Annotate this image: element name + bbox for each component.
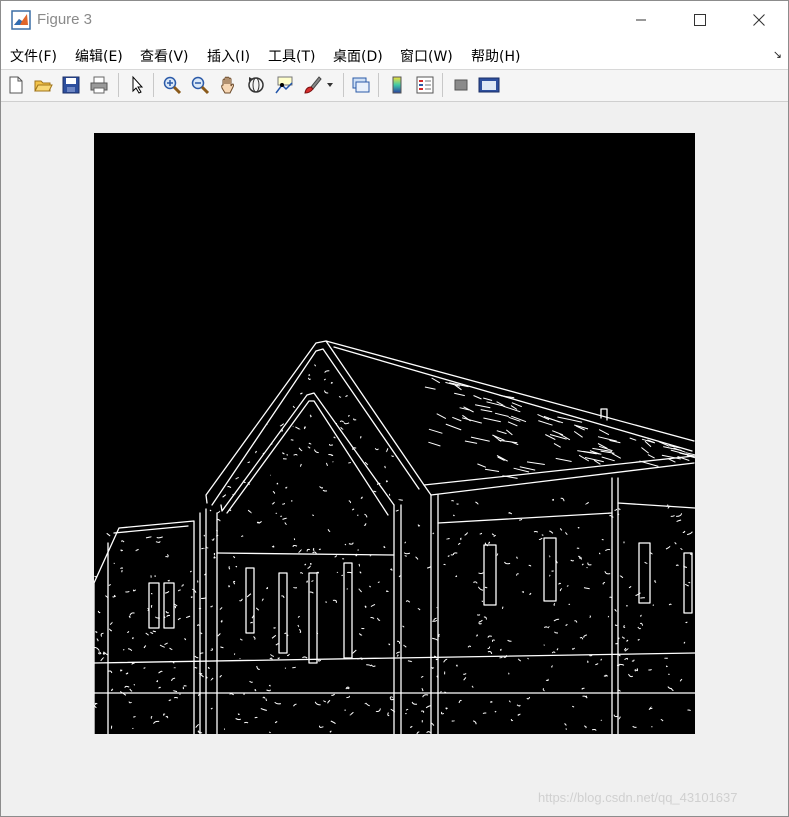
link-plot-button[interactable] (349, 73, 373, 97)
figure-canvas[interactable]: https://blog.csdn.net/qq_43101637 (1, 102, 788, 816)
menu-bar: 文件(F) 编辑(E) 查看(V) 插入(I) 工具(T) 桌面(D) 窗口(W… (1, 39, 788, 70)
open-file-icon (34, 80, 53, 92)
print-button[interactable] (87, 73, 111, 97)
minimize-icon (636, 19, 646, 21)
legend-button[interactable] (413, 73, 437, 97)
menu-help[interactable]: 帮助(H) (471, 46, 520, 66)
colorbar-button[interactable] (385, 73, 409, 97)
new-figure-button[interactable] (4, 73, 28, 97)
toolbar-separator (378, 73, 379, 97)
close-button[interactable] (736, 1, 782, 39)
rotate-3d-button[interactable] (244, 73, 268, 97)
link-plot-icon (352, 77, 370, 93)
figure-toolbar (1, 70, 788, 102)
hide-plot-tools-button[interactable] (449, 73, 473, 97)
save-button[interactable] (59, 73, 83, 97)
rotate-3d-icon (248, 77, 264, 93)
close-icon (753, 14, 765, 26)
new-figure-icon (9, 76, 23, 94)
print-icon (90, 76, 108, 94)
edit-plot-button[interactable] (125, 73, 149, 97)
toolbar-separator (343, 73, 344, 97)
menu-view[interactable]: 查看(V) (140, 46, 189, 66)
zoom-out-icon (191, 76, 210, 95)
colorbar-icon (392, 76, 402, 94)
show-plot-tools-icon (478, 77, 500, 93)
toolbar-separator (118, 73, 119, 97)
watermark-text: https://blog.csdn.net/qq_43101637 (538, 790, 738, 805)
data-cursor-button[interactable] (272, 73, 296, 97)
zoom-in-icon (163, 76, 182, 95)
hide-plot-tools-icon (454, 79, 468, 91)
title-bar[interactable]: Figure 3 (1, 1, 788, 39)
menu-edit[interactable]: 编辑(E) (75, 46, 123, 66)
pan-hand-icon (221, 76, 234, 94)
menu-tools[interactable]: 工具(T) (268, 46, 315, 66)
pan-button[interactable] (216, 73, 240, 97)
menu-insert[interactable]: 插入(I) (207, 46, 250, 66)
legend-icon (416, 76, 434, 94)
dock-arrow-icon[interactable]: ↘ (773, 48, 782, 61)
image-axes[interactable] (88, 133, 705, 735)
menu-file[interactable]: 文件(F) (10, 46, 57, 66)
maximize-button[interactable] (677, 1, 723, 39)
chevron-down-icon (327, 83, 333, 87)
data-cursor-icon (275, 76, 293, 94)
show-plot-tools-button[interactable] (477, 73, 501, 97)
toolbar-separator (153, 73, 154, 97)
maximize-icon (694, 14, 706, 26)
brush-button[interactable] (300, 73, 324, 97)
zoom-in-button[interactable] (160, 73, 184, 97)
window-title: Figure 3 (37, 11, 93, 28)
brush-dropdown-button[interactable] (323, 73, 337, 97)
figure-window: Figure 3 文件(F) 编辑(E) 查看(V) 插入(I) 工具(T) 桌… (0, 0, 789, 817)
save-icon (62, 76, 80, 94)
matlab-app-icon (11, 10, 31, 30)
open-file-button[interactable] (31, 73, 55, 97)
canny-edge-image (88, 133, 705, 735)
minimize-button[interactable] (618, 1, 664, 39)
brush-icon (304, 76, 322, 94)
menu-window[interactable]: 窗口(W) (400, 46, 453, 66)
menu-desktop[interactable]: 桌面(D) (333, 46, 383, 66)
edit-plot-pointer-icon (132, 75, 144, 94)
toolbar-separator (442, 73, 443, 97)
zoom-out-button[interactable] (188, 73, 212, 97)
